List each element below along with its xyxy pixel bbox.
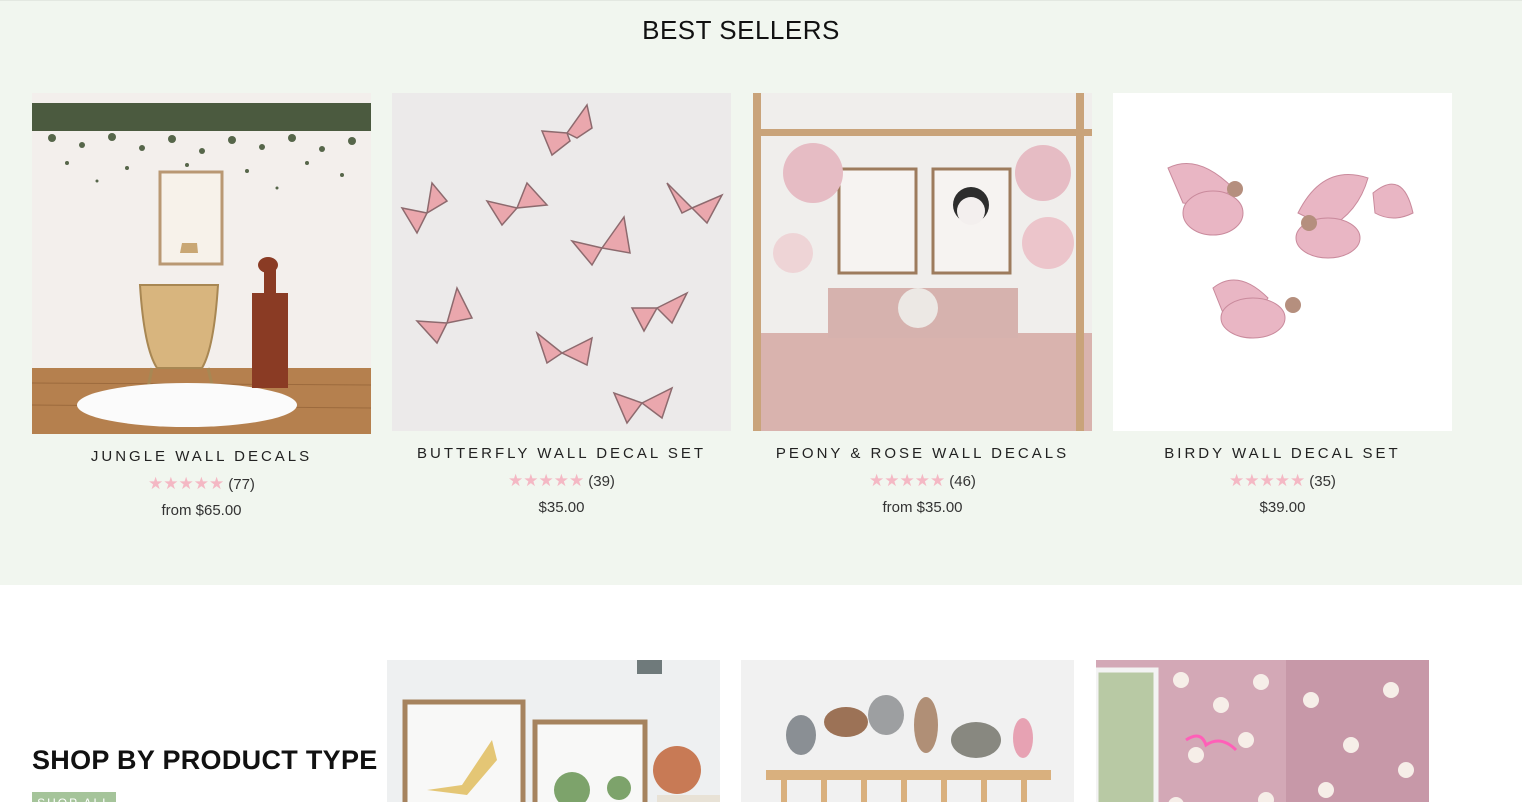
section-title: BEST SELLERS xyxy=(642,15,840,45)
shop-by-type-title: SHOP BY PRODUCT TYPE xyxy=(32,745,378,775)
product-rating: ★★★★★ (39) xyxy=(392,471,731,491)
review-count: (46) xyxy=(949,473,976,490)
product-card-butterfly[interactable]: BUTTERFLY WALL DECAL SET ★★★★★ (39) $35.0… xyxy=(392,93,731,516)
product-rating: ★★★★★ (35) xyxy=(1113,471,1452,491)
star-rating-icon: ★★★★★ xyxy=(869,471,946,490)
star-rating-icon: ★★★★★ xyxy=(148,474,225,493)
product-name[interactable]: JUNGLE WALL DECALS xyxy=(32,448,371,465)
best-sellers-section: BEST SELLERS JUNGLE WALL DECALS ★★★★★ (7… xyxy=(0,0,1522,585)
shop-all-button[interactable]: SHOP ALL xyxy=(32,792,116,802)
product-rating: ★★★★★ (46) xyxy=(753,471,1092,491)
product-card-jungle[interactable]: JUNGLE WALL DECALS ★★★★★ (77) from $65.00 xyxy=(32,93,371,519)
product-price: from $65.00 xyxy=(161,502,242,519)
product-price: from $35.00 xyxy=(882,499,963,516)
product-card-peony[interactable]: PEONY & ROSE WALL DECALS ★★★★★ (46) from … xyxy=(753,93,1092,516)
product-name[interactable]: BUTTERFLY WALL DECAL SET xyxy=(392,445,731,462)
review-count: (77) xyxy=(228,476,255,493)
star-rating-icon: ★★★★★ xyxy=(1229,471,1306,490)
product-image-peony[interactable] xyxy=(753,93,1092,431)
product-image-butterfly[interactable] xyxy=(392,93,731,431)
category-image-wall-art[interactable] xyxy=(387,660,720,802)
product-image-jungle[interactable] xyxy=(32,93,371,434)
product-name[interactable]: BIRDY WALL DECAL SET xyxy=(1113,445,1452,462)
category-image-wallpaper[interactable] xyxy=(1096,660,1429,802)
product-card-birdy[interactable]: BIRDY WALL DECAL SET ★★★★★ (35) $39.00 xyxy=(1113,93,1452,516)
category-image-animals[interactable] xyxy=(741,660,1074,802)
product-rating: ★★★★★ (77) xyxy=(32,474,371,494)
product-price: $39.00 xyxy=(1259,499,1306,516)
review-count: (39) xyxy=(588,473,615,490)
product-image-birdy[interactable] xyxy=(1113,93,1452,431)
review-count: (35) xyxy=(1309,473,1336,490)
product-price: $35.00 xyxy=(538,499,585,516)
product-name[interactable]: PEONY & ROSE WALL DECALS xyxy=(753,445,1092,462)
star-rating-icon: ★★★★★ xyxy=(508,471,585,490)
